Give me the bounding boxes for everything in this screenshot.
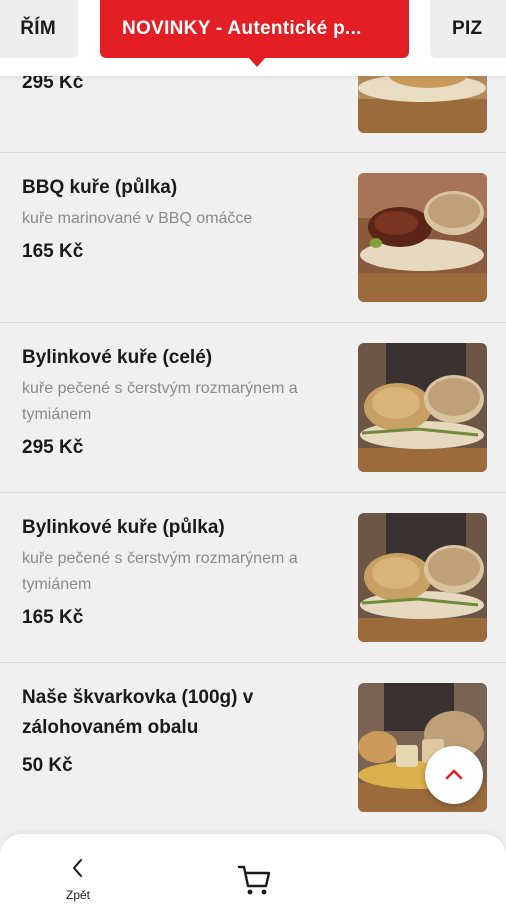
chevron-up-icon <box>445 769 463 780</box>
list-item[interactable]: BBQ kuře (půlka) kuře marinované v BBQ o… <box>0 153 506 323</box>
chevron-left-icon <box>73 859 82 877</box>
item-name: Bylinkové kuře (půlka) <box>22 517 225 538</box>
list-item[interactable]: Bylinkové kuře (celé) kuře pečené s čers… <box>0 323 506 493</box>
item-name: Bylinkové kuře (celé) <box>22 347 213 368</box>
back-button[interactable]: Zpět <box>56 856 100 906</box>
bottom-bar: Zpět <box>0 834 506 914</box>
product-image <box>358 173 487 302</box>
active-caret-icon <box>248 57 266 67</box>
scroll-top-button[interactable] <box>425 746 483 804</box>
item-price: 50 Kč <box>22 755 73 776</box>
category-chip[interactable]: ŘÍM <box>0 0 78 58</box>
item-price: 165 Kč <box>22 607 84 628</box>
category-chip-label: NOVINKY - Autentické p... <box>122 18 362 39</box>
product-image <box>358 343 487 472</box>
product-image <box>358 513 487 642</box>
cart-icon <box>237 865 271 895</box>
item-description: kuře marinované v BBQ omáčce <box>22 210 253 227</box>
category-chip-label: ŘÍM <box>20 18 56 39</box>
category-chip-active[interactable]: NOVINKY - Autentické p... <box>100 0 409 67</box>
category-chip-label: PIZ <box>452 18 483 39</box>
item-price: 165 Kč <box>22 241 84 262</box>
item-name: Naše škvarkovka (100g) v zálohovaném oba… <box>22 687 254 738</box>
category-bar: ŘÍM NOVINKY - Autentické p... PIZ <box>0 0 506 76</box>
cart-button[interactable] <box>236 862 272 898</box>
category-chip[interactable]: PIZ <box>430 0 506 58</box>
item-description: kuře pečené s čerstvým rozmarýnem a tymi… <box>22 380 298 423</box>
list-item[interactable]: Bylinkové kuře (půlka) kuře pečené s čer… <box>0 493 506 663</box>
list-item[interactable]: Naše škvarkovka (100g) v zálohovaném oba… <box>0 663 506 833</box>
item-name: BBQ kuře (půlka) <box>22 177 178 198</box>
item-description: kuře pečené s čerstvým rozmarýnem a tymi… <box>22 550 298 593</box>
item-price: 295 Kč <box>22 437 84 458</box>
